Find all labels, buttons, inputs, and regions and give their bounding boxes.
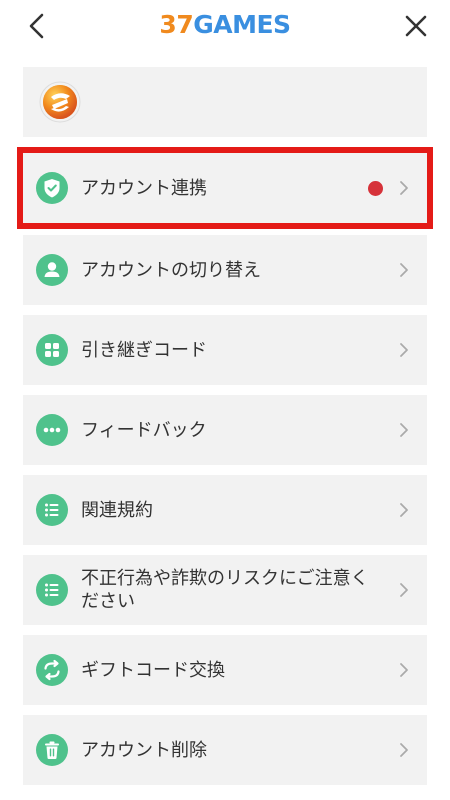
- menu-item-label: ギフトコード交換: [81, 659, 225, 681]
- grid-icon: [36, 334, 68, 366]
- notification-badge: [368, 181, 383, 196]
- menu-item-label: 不正行為や詐欺のリスクにご注意ください: [81, 568, 369, 612]
- chevron-right-icon: [400, 583, 408, 597]
- menu-item-account-link[interactable]: アカウント連携: [17, 147, 433, 229]
- menu-item-delete-account[interactable]: アカウント削除: [23, 715, 427, 785]
- chevron-right-icon: [400, 181, 408, 195]
- chevron-right-icon: [400, 663, 408, 677]
- shield-check-icon: [36, 172, 68, 204]
- trash-icon: [36, 734, 68, 766]
- menu-item-fraud-warning[interactable]: 不正行為や詐欺のリスクにご注意ください: [23, 555, 427, 625]
- game-logo-avatar: [39, 81, 81, 123]
- list-icon: [36, 574, 68, 606]
- exchange-icon: [36, 654, 68, 686]
- menu-item-gift-code[interactable]: ギフトコード交換: [23, 635, 427, 705]
- close-button[interactable]: [396, 6, 436, 46]
- menu-item-label: アカウント削除: [81, 739, 207, 761]
- close-icon: [405, 15, 427, 37]
- logo-number: 37: [159, 10, 194, 39]
- menu-item-transfer-code[interactable]: 引き継ぎコード: [23, 315, 427, 385]
- user-icon: [36, 254, 68, 286]
- chevron-right-icon: [400, 343, 408, 357]
- app-logo: 37GAMES: [0, 8, 450, 42]
- ellipsis-icon: [36, 414, 68, 446]
- chevron-right-icon: [400, 503, 408, 517]
- profile-card[interactable]: [23, 67, 427, 137]
- menu-item-feedback[interactable]: フィードバック: [23, 395, 427, 465]
- menu-item-label: 引き継ぎコード: [81, 339, 207, 361]
- menu-item-label: 関連規約: [81, 499, 153, 521]
- menu-item-related-terms[interactable]: 関連規約: [23, 475, 427, 545]
- menu-item-label: アカウントの切り替え: [81, 259, 261, 281]
- menu-item-switch-account[interactable]: アカウントの切り替え: [23, 235, 427, 305]
- chevron-right-icon: [400, 423, 408, 437]
- list-icon: [36, 494, 68, 526]
- menu-item-label: フィードバック: [81, 419, 207, 441]
- chevron-right-icon: [400, 743, 408, 757]
- menu-item-label: アカウント連携: [81, 177, 207, 199]
- chevron-right-icon: [400, 263, 408, 277]
- logo-text: GAMES: [193, 10, 291, 39]
- header: 37GAMES: [0, 0, 450, 56]
